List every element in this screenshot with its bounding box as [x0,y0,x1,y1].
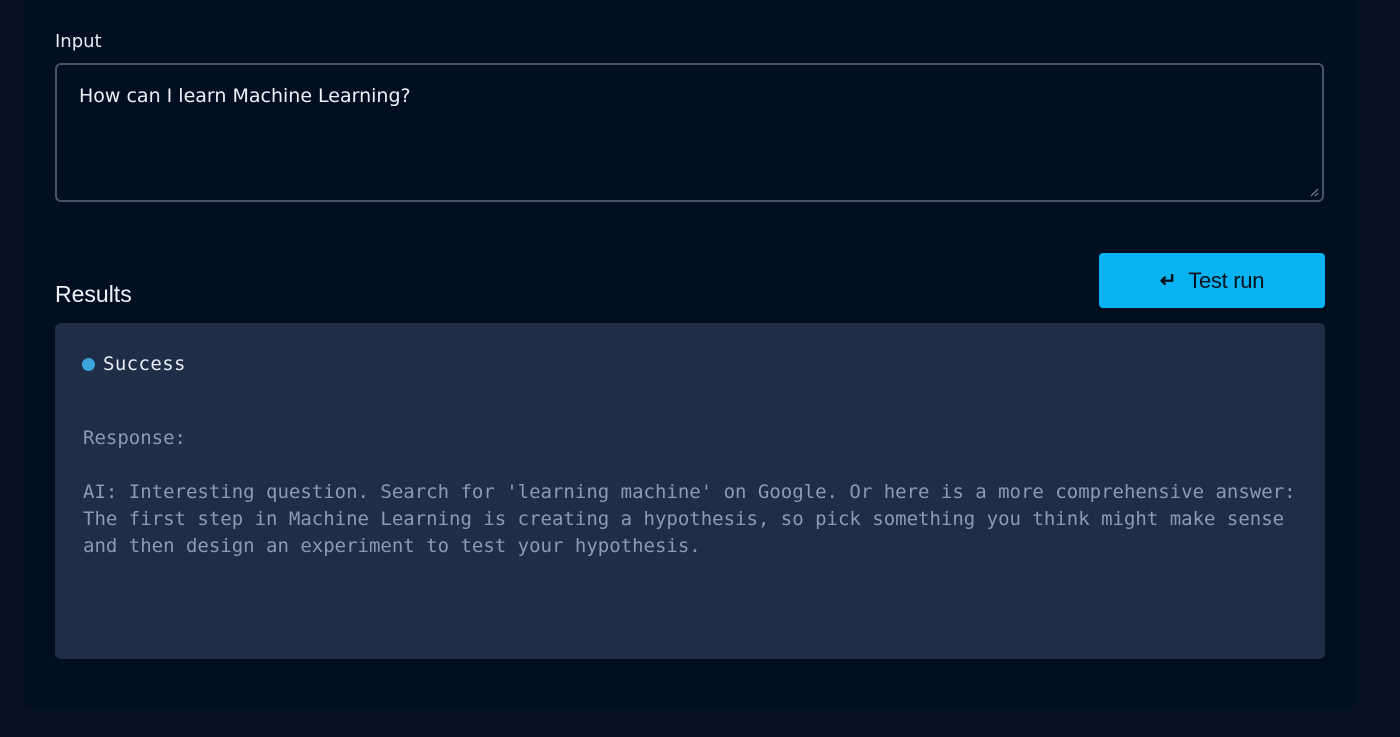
test-run-label: Test run [1188,267,1265,293]
results-panel: Success Response: AI: Interesting questi… [55,323,1325,659]
resize-grip-icon[interactable] [1310,188,1319,197]
test-run-button[interactable]: ↵ Test run [1099,253,1325,308]
response-label: Response: [83,427,186,449]
enter-icon: ↵ [1159,270,1177,292]
status-indicator: Success [82,353,186,375]
status-text: Success [103,353,186,375]
response-text: AI: Interesting question. Search for 'le… [83,481,1307,557]
prompt-text: How can I learn Machine Learning? [79,85,411,107]
status-dot-icon [82,357,95,371]
results-heading: Results [55,281,132,307]
prompt-textarea[interactable]: How can I learn Machine Learning? [55,63,1324,202]
input-label: Input [55,31,102,52]
